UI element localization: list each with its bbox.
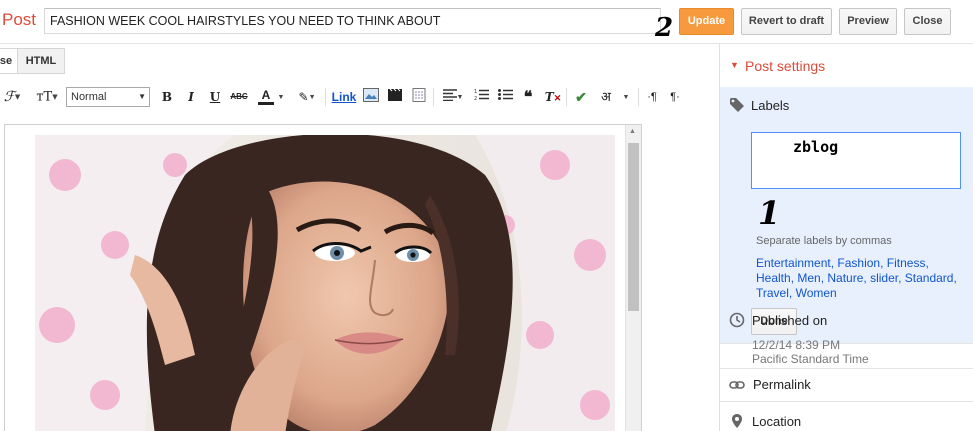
- ltr-direction-icon[interactable]: ·¶: [645, 88, 659, 106]
- label-suggestion[interactable]: slider: [870, 271, 898, 285]
- labels-hint-text: Separate labels by commas: [756, 235, 892, 247]
- font-size-icon[interactable]: тT▼: [32, 88, 62, 106]
- label-suggestion[interactable]: Travel: [756, 286, 789, 300]
- published-detail: 12/2/14 8:39 PM Pacific Standard Time: [752, 338, 869, 366]
- align-icon[interactable]: ▼: [440, 88, 466, 106]
- insert-video-icon[interactable]: [386, 88, 404, 106]
- link-button[interactable]: Link: [331, 88, 357, 106]
- tab-html[interactable]: HTML: [17, 48, 65, 74]
- close-button[interactable]: Close: [904, 8, 951, 35]
- svg-text:1: 1: [474, 89, 477, 95]
- scrollbar-thumb[interactable]: [628, 143, 639, 311]
- spellcheck-icon[interactable]: ✔: [572, 88, 590, 106]
- label-suggestion[interactable]: Men: [797, 271, 820, 285]
- permalink-title[interactable]: Permalink: [753, 377, 811, 392]
- toolbar-divider: [638, 88, 639, 106]
- link-icon: [729, 377, 745, 393]
- annotation-number-two: 2: [655, 13, 674, 43]
- label-suggestion[interactable]: Nature: [827, 271, 863, 285]
- underline-button[interactable]: U: [208, 88, 222, 106]
- post-label: Post: [2, 10, 37, 29]
- preview-button[interactable]: Preview: [839, 8, 897, 35]
- editor-scrollbar[interactable]: ▲: [625, 125, 641, 431]
- label-suggestion[interactable]: Entertainment: [756, 256, 831, 270]
- published-date: 12/2/14 8:39 PM: [752, 338, 841, 352]
- text-color-button[interactable]: A: [258, 88, 274, 105]
- labels-title[interactable]: Labels: [751, 98, 789, 113]
- top-bar: Post 2 Update Revert to draft Preview Cl…: [0, 0, 973, 44]
- published-timezone: Pacific Standard Time: [752, 352, 869, 366]
- bulleted-list-icon[interactable]: [496, 88, 514, 106]
- chevron-down-icon: ▼: [138, 92, 146, 101]
- input-tools-button[interactable]: अ: [596, 88, 616, 106]
- font-family-icon[interactable]: ℱ▼: [2, 88, 22, 106]
- post-editor-area[interactable]: ▲: [4, 124, 642, 431]
- label-suggestion[interactable]: Fitness: [887, 256, 926, 270]
- collapse-caret-icon: ▼: [730, 60, 739, 70]
- post-settings-title: Post settings: [745, 58, 826, 74]
- text-color-caret-icon[interactable]: ▼: [276, 88, 286, 106]
- post-settings-header[interactable]: ▼ Post settings: [720, 44, 973, 86]
- section-divider: [720, 401, 973, 402]
- post-settings-panel: ▼ Post settings Labels zblog 1 Separate …: [719, 44, 973, 431]
- scroll-up-arrow-icon[interactable]: ▲: [629, 128, 636, 135]
- tab-compose[interactable]: se: [0, 48, 18, 74]
- formatting-toolbar: ℱ▼ тT▼ Normal ▼ B I U ABC A ▼ ✎▼ Link ▼ …: [0, 84, 718, 110]
- label-suggestions: Entertainment, Fashion, Fitness, Health,…: [756, 256, 957, 300]
- section-divider: [720, 368, 973, 369]
- input-tools-caret-icon[interactable]: ▼: [620, 88, 632, 106]
- toolbar-divider: [566, 88, 567, 106]
- bold-button[interactable]: B: [160, 88, 174, 106]
- label-suggestion[interactable]: Standard: [905, 271, 954, 285]
- highlight-color-icon[interactable]: ✎▼: [294, 88, 320, 106]
- toolbar-divider: [433, 88, 434, 106]
- label-suggestion[interactable]: Women: [796, 286, 837, 300]
- labels-input[interactable]: zblog: [751, 132, 961, 189]
- annotation-number-one: 1: [758, 194, 781, 232]
- post-photo[interactable]: [35, 135, 615, 431]
- svg-text:2: 2: [474, 96, 477, 101]
- insert-image-icon[interactable]: [362, 88, 380, 106]
- remove-formatting-icon[interactable]: T✕: [544, 88, 562, 106]
- published-on-title[interactable]: Published on: [752, 313, 827, 328]
- labels-section: Labels zblog 1 Separate labels by commas…: [720, 87, 973, 343]
- rtl-direction-icon[interactable]: ¶·: [668, 88, 682, 106]
- format-select[interactable]: Normal ▼: [66, 87, 150, 107]
- strikethrough-button[interactable]: ABC: [229, 88, 249, 106]
- italic-button[interactable]: I: [184, 88, 198, 106]
- quote-icon[interactable]: ❝: [520, 88, 536, 106]
- label-suggestion[interactable]: Health: [756, 271, 791, 285]
- format-select-value: Normal: [71, 91, 107, 103]
- post-title-input[interactable]: [44, 8, 661, 34]
- location-title[interactable]: Location: [752, 414, 801, 429]
- tag-icon: [729, 97, 745, 113]
- revert-to-draft-button[interactable]: Revert to draft: [741, 8, 832, 35]
- update-button[interactable]: Update: [679, 8, 734, 35]
- toolbar-divider: [325, 88, 326, 106]
- label-suggestion[interactable]: Fashion: [837, 256, 880, 270]
- location-pin-icon: [729, 413, 745, 429]
- clock-icon: [729, 312, 745, 328]
- numbered-list-icon[interactable]: 12: [472, 88, 490, 106]
- insert-jump-break-icon[interactable]: [410, 88, 428, 106]
